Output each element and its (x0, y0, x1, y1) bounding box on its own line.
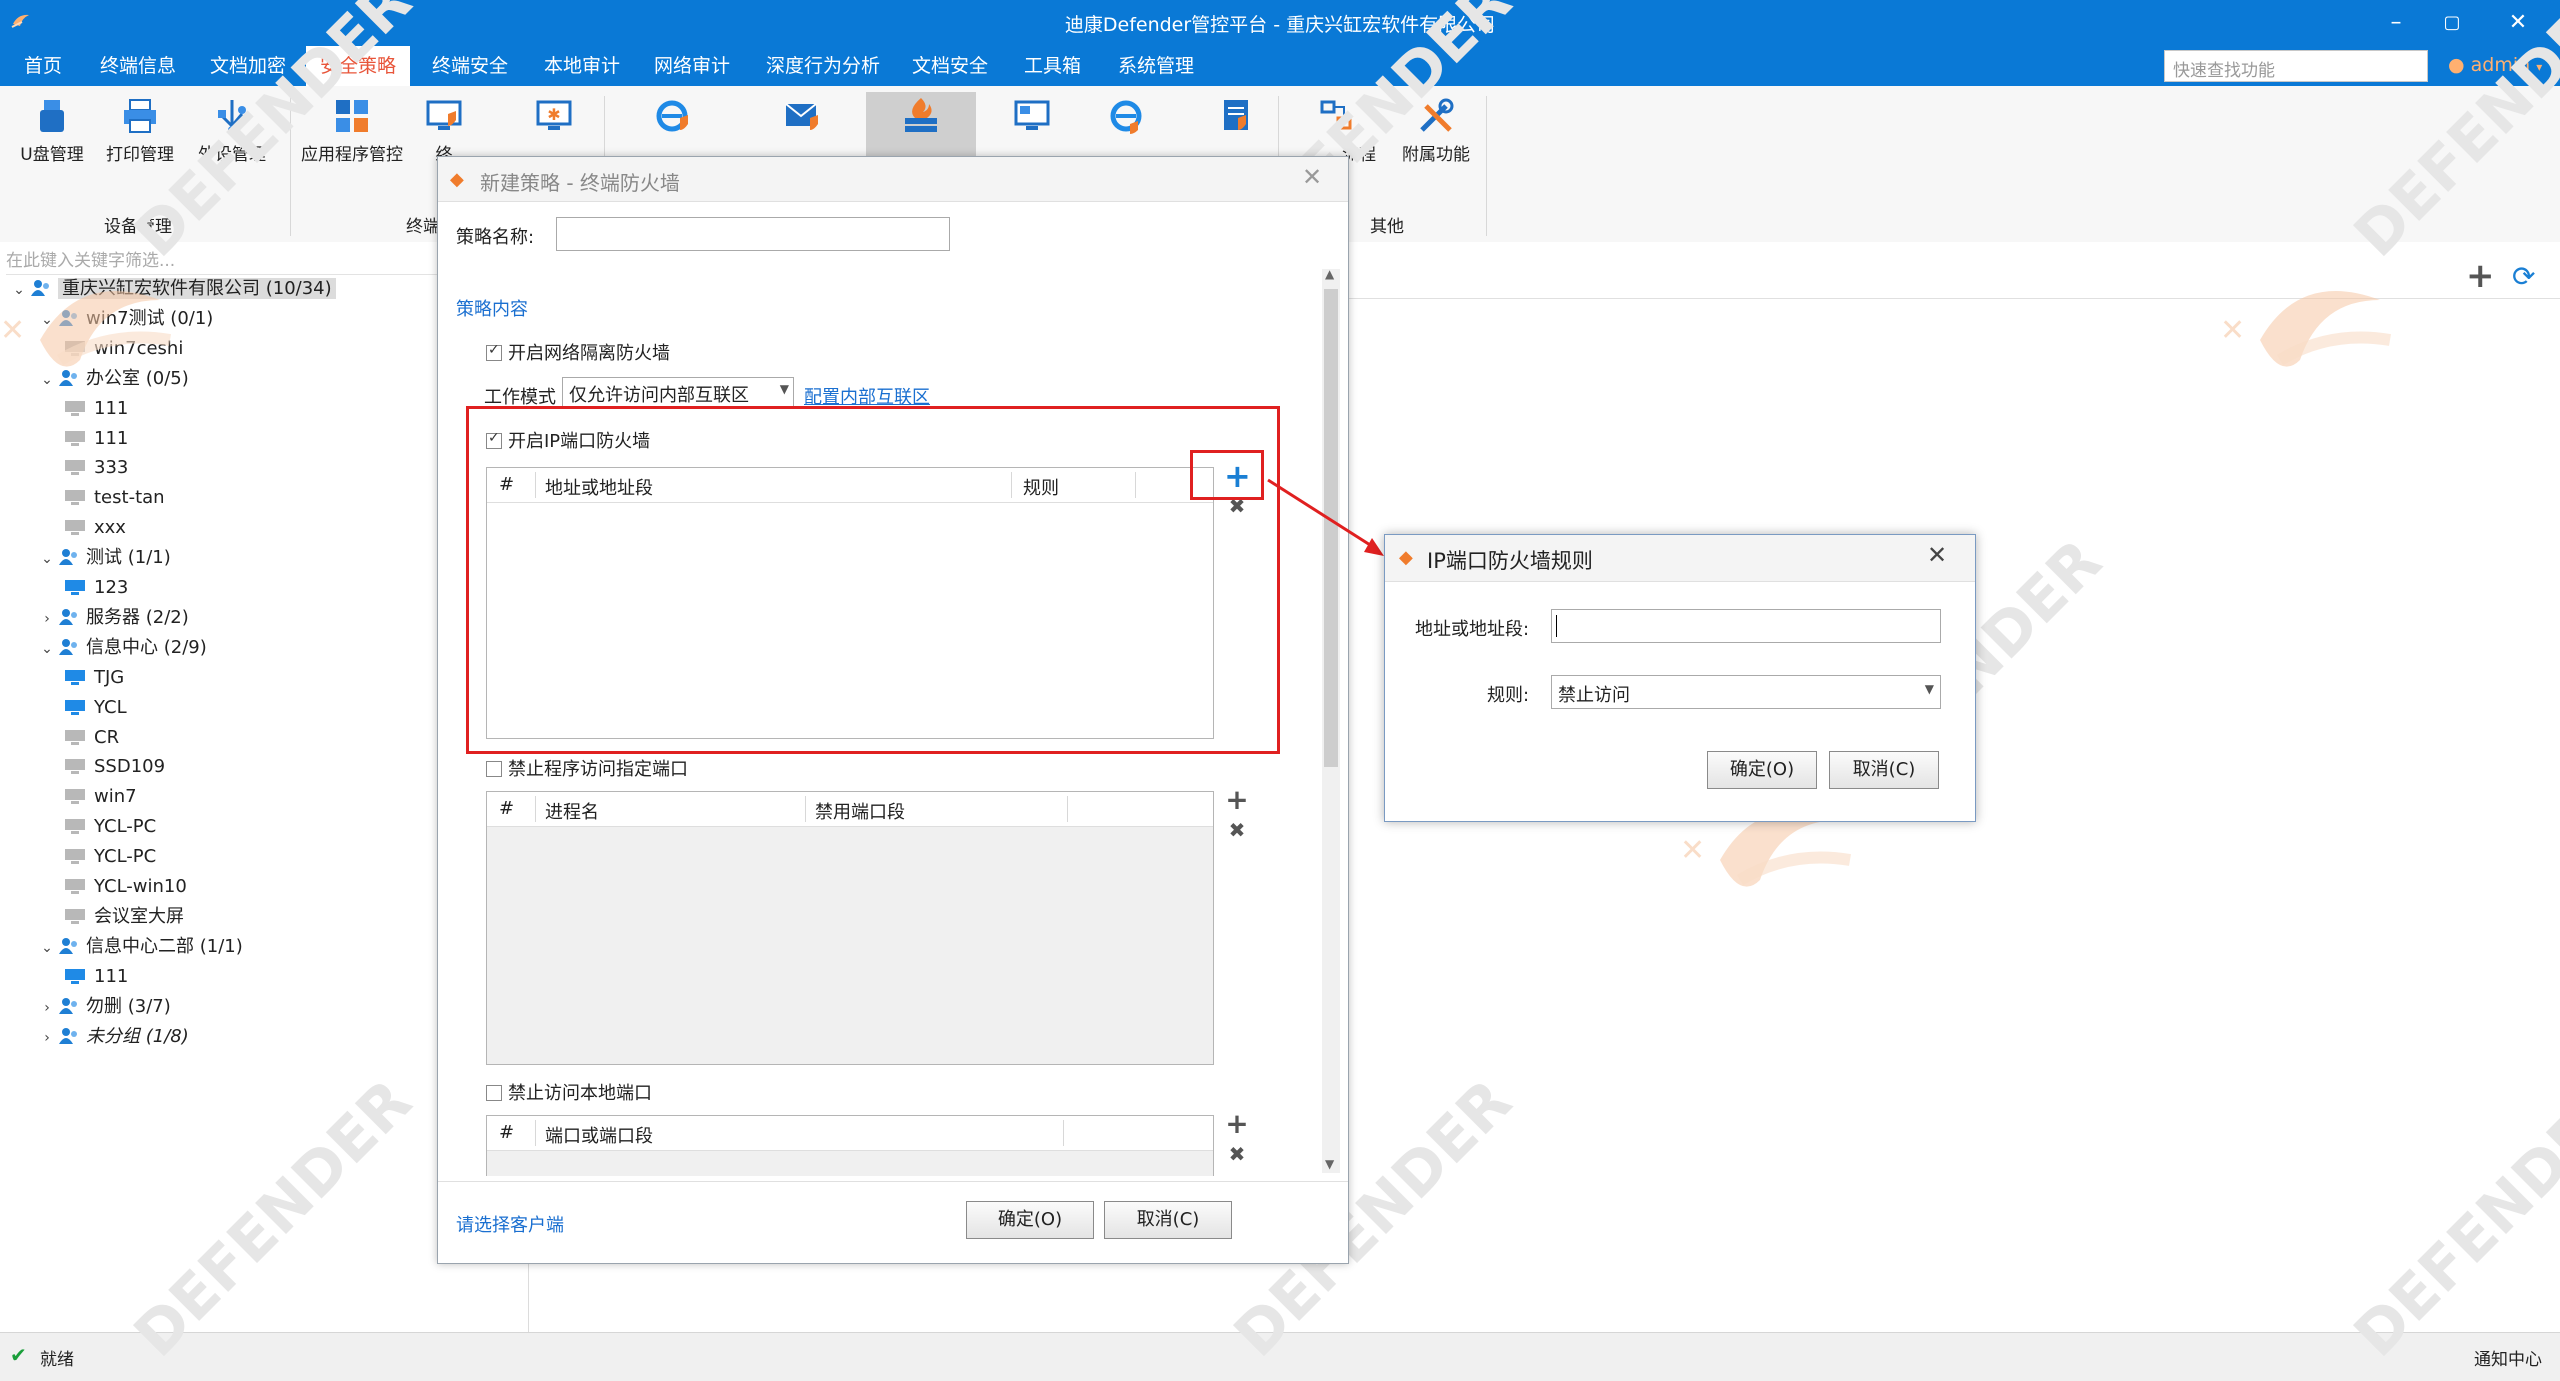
rule-value: 禁止访问 (1558, 685, 1630, 706)
ip-dialog-close-button[interactable]: ✕ (1927, 541, 1947, 569)
rule-select[interactable]: 禁止访问 ▼ (1551, 675, 1941, 709)
text-caret (1556, 615, 1557, 637)
highlight-arrow (1267, 478, 1384, 556)
ip-rule-cancel-button[interactable]: 取消(C) (1829, 751, 1939, 789)
ip-rule-dialog: ◆ IP端口防火墙规则 ✕ 地址或地址段: 规则: 禁止访问 ▼ 确定(O) 取… (1384, 534, 1976, 822)
chevron-down-icon: ▼ (1924, 682, 1934, 696)
ip-dialog-title: IP端口防火墙规则 (1427, 549, 1593, 573)
ip-dialog-app-icon: ◆ (1399, 547, 1413, 568)
rule-label: 规则: (1487, 685, 1530, 706)
address-label: 地址或地址段: (1415, 619, 1530, 640)
ip-rule-ok-button[interactable]: 确定(O) (1707, 751, 1817, 789)
address-input[interactable] (1551, 609, 1941, 643)
ip-dialog-title-bar: ◆ IP端口防火墙规则 ✕ (1385, 535, 1975, 582)
